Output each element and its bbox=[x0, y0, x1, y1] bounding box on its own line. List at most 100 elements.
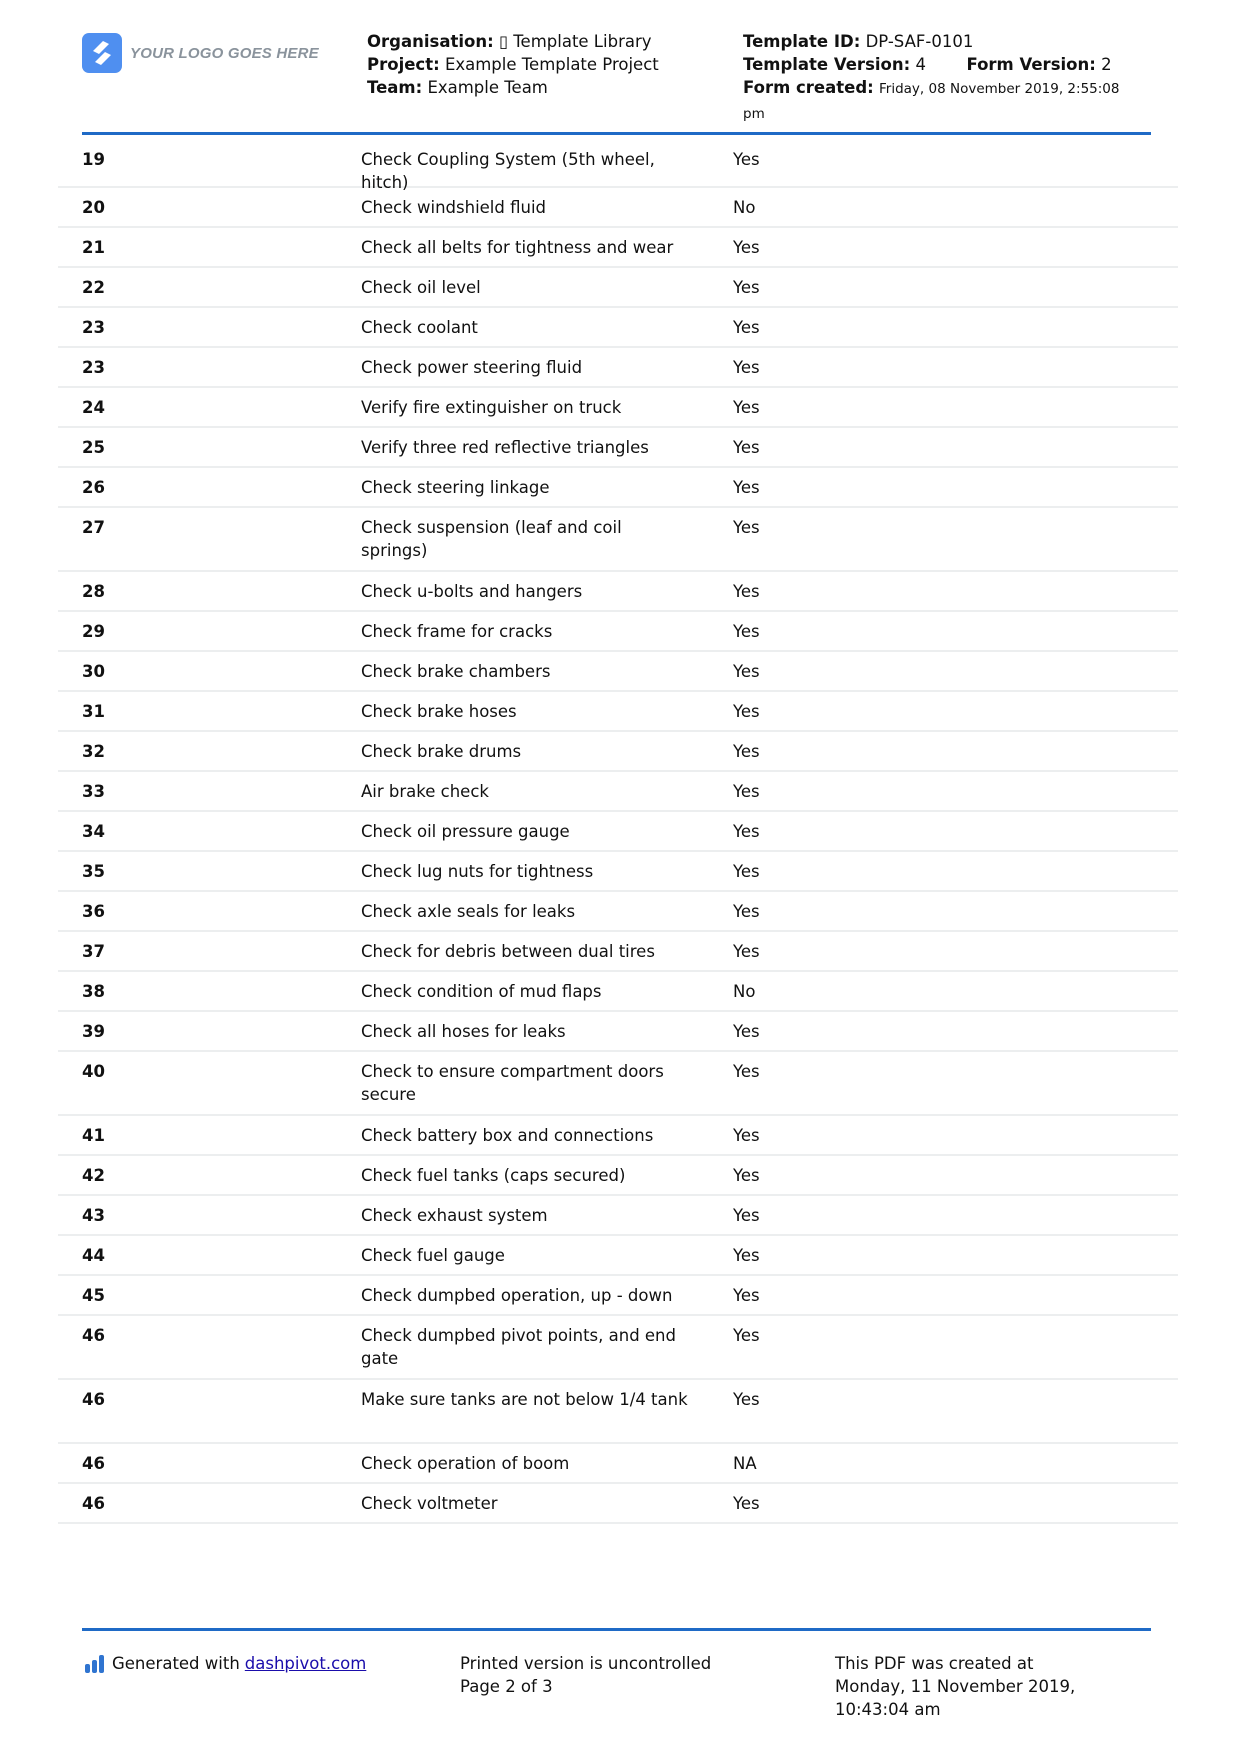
item-response: Yes bbox=[733, 702, 760, 721]
item-number: 35 bbox=[82, 862, 105, 881]
template-version-value: 4 bbox=[915, 55, 926, 74]
table-row: 35 Check lug nuts for tightness Yes bbox=[58, 852, 1178, 892]
table-row: 36 Check axle seals for leaks Yes bbox=[58, 892, 1178, 932]
item-number: 25 bbox=[82, 438, 105, 457]
project-value: Example Template Project bbox=[444, 55, 659, 74]
item-response: Yes bbox=[733, 582, 760, 601]
item-description: Check axle seals for leaks bbox=[361, 902, 576, 921]
table-row: 23 Check power steering fluid Yes bbox=[58, 348, 1178, 388]
item-response: No bbox=[733, 982, 756, 1001]
project-label: Project: bbox=[367, 55, 440, 74]
item-description: Check windshield fluid bbox=[361, 198, 547, 217]
page-number: Page 2 of 3 bbox=[460, 1677, 553, 1696]
table-row: 43 Check exhaust system Yes bbox=[58, 1196, 1178, 1236]
page-header: YOUR LOGO GOES HERE Organisation: ▯ Temp… bbox=[0, 0, 1239, 136]
item-response: Yes bbox=[733, 438, 760, 457]
table-row: 24 Verify fire extinguisher on truck Yes bbox=[58, 388, 1178, 428]
uncontrolled-notice: Printed version is uncontrolled bbox=[460, 1654, 712, 1673]
item-number: 21 bbox=[82, 238, 105, 257]
item-description: Check suspension (leaf and coil springs) bbox=[361, 518, 622, 560]
item-number: 27 bbox=[82, 518, 105, 537]
item-response: Yes bbox=[733, 742, 760, 761]
item-number: 46 bbox=[82, 1326, 105, 1345]
item-description: Check battery box and connections bbox=[361, 1126, 654, 1145]
table-row: 21 Check all belts for tightness and wear… bbox=[58, 228, 1178, 268]
item-description: Check u-bolts and hangers bbox=[361, 582, 583, 601]
table-row: 46 Make sure tanks are not below 1/4 tank… bbox=[58, 1380, 1178, 1444]
item-response: Yes bbox=[733, 398, 760, 417]
item-description: Check operation of boom bbox=[361, 1454, 570, 1473]
item-number: 20 bbox=[82, 198, 105, 217]
table-row: 27 Check suspension (leaf and coil spring… bbox=[58, 508, 1178, 572]
item-response: Yes bbox=[733, 622, 760, 641]
pdf-created-line2: Monday, 11 November 2019, bbox=[835, 1677, 1076, 1696]
item-description: Check oil level bbox=[361, 278, 481, 297]
item-response: NA bbox=[733, 1454, 757, 1473]
table-row: 26 Check steering linkage Yes bbox=[58, 468, 1178, 508]
item-description: Check steering linkage bbox=[361, 478, 550, 497]
item-number: 23 bbox=[82, 358, 105, 377]
form-version-value: 2 bbox=[1101, 55, 1112, 74]
dashpivot-link[interactable]: dashpivot.com bbox=[245, 1652, 367, 1675]
item-description: Verify three red reflective triangles bbox=[361, 438, 649, 457]
item-description: Check dumpbed pivot points, and end gate bbox=[361, 1326, 676, 1368]
item-number: 42 bbox=[82, 1166, 105, 1185]
item-response: Yes bbox=[733, 238, 760, 257]
item-description: Check brake hoses bbox=[361, 702, 517, 721]
item-number: 23 bbox=[82, 318, 105, 337]
generated-with: Generated with dashpivot.com bbox=[85, 1652, 366, 1675]
item-response: Yes bbox=[733, 822, 760, 841]
pdf-created-info: This PDF was created at Monday, 11 Novem… bbox=[835, 1652, 1135, 1721]
item-response: Yes bbox=[733, 1166, 760, 1185]
item-response: Yes bbox=[733, 942, 760, 961]
logo-icon bbox=[82, 33, 122, 73]
table-row: 44 Check fuel gauge Yes bbox=[58, 1236, 1178, 1276]
print-info: Printed version is uncontrolled Page 2 o… bbox=[460, 1652, 711, 1698]
item-description: Air brake check bbox=[361, 782, 489, 801]
table-row: 30 Check brake chambers Yes bbox=[58, 652, 1178, 692]
item-number: 45 bbox=[82, 1286, 105, 1305]
item-description: Check lug nuts for tightness bbox=[361, 862, 594, 881]
item-response: Yes bbox=[733, 902, 760, 921]
item-response: Yes bbox=[733, 1246, 760, 1265]
item-response: Yes bbox=[733, 478, 760, 497]
table-row: 20 Check windshield fluid No bbox=[58, 188, 1178, 228]
item-description: Check condition of mud flaps bbox=[361, 982, 602, 1001]
template-id-line: Template ID: DP-SAF-0101 bbox=[743, 30, 1143, 53]
item-number: 19 bbox=[82, 150, 105, 169]
organisation-line: Organisation: ▯ Template Library bbox=[367, 30, 659, 53]
pdf-created-line1: This PDF was created at bbox=[835, 1654, 1034, 1673]
item-response: Yes bbox=[733, 1326, 760, 1345]
item-number: 29 bbox=[82, 622, 105, 641]
item-number: 37 bbox=[82, 942, 105, 961]
item-number: 46 bbox=[82, 1454, 105, 1473]
item-number: 38 bbox=[82, 982, 105, 1001]
item-description: Check dumpbed operation, up - down bbox=[361, 1286, 673, 1305]
item-response: Yes bbox=[733, 150, 760, 169]
item-number: 33 bbox=[82, 782, 105, 801]
item-number: 46 bbox=[82, 1390, 105, 1409]
item-response: Yes bbox=[733, 318, 760, 337]
item-number: 32 bbox=[82, 742, 105, 761]
table-row: 42 Check fuel tanks (caps secured) Yes bbox=[58, 1156, 1178, 1196]
item-response: Yes bbox=[733, 1126, 760, 1145]
item-number: 34 bbox=[82, 822, 105, 841]
item-number: 28 bbox=[82, 582, 105, 601]
template-id-label: Template ID: bbox=[743, 32, 861, 51]
table-row: 28 Check u-bolts and hangers Yes bbox=[58, 572, 1178, 612]
item-description: Check power steering fluid bbox=[361, 358, 583, 377]
table-row: 23 Check coolant Yes bbox=[58, 308, 1178, 348]
item-response: Yes bbox=[733, 358, 760, 377]
item-description: Check fuel gauge bbox=[361, 1246, 505, 1265]
table-row: 31 Check brake hoses Yes bbox=[58, 692, 1178, 732]
header-org-info: Organisation: ▯ Template Library Project… bbox=[367, 30, 659, 99]
page-footer: Generated with dashpivot.com Printed ver… bbox=[0, 1640, 1239, 1750]
table-row: 45 Check dumpbed operation, up - down Yes bbox=[58, 1276, 1178, 1316]
item-number: 36 bbox=[82, 902, 105, 921]
team-line: Team: Example Team bbox=[367, 76, 659, 99]
item-response: Yes bbox=[733, 782, 760, 801]
table-row: 38 Check condition of mud flaps No bbox=[58, 972, 1178, 1012]
logo: YOUR LOGO GOES HERE bbox=[82, 33, 319, 73]
item-description: Check coolant bbox=[361, 318, 478, 337]
table-row: 46 Check dumpbed pivot points, and end ga… bbox=[58, 1316, 1178, 1380]
